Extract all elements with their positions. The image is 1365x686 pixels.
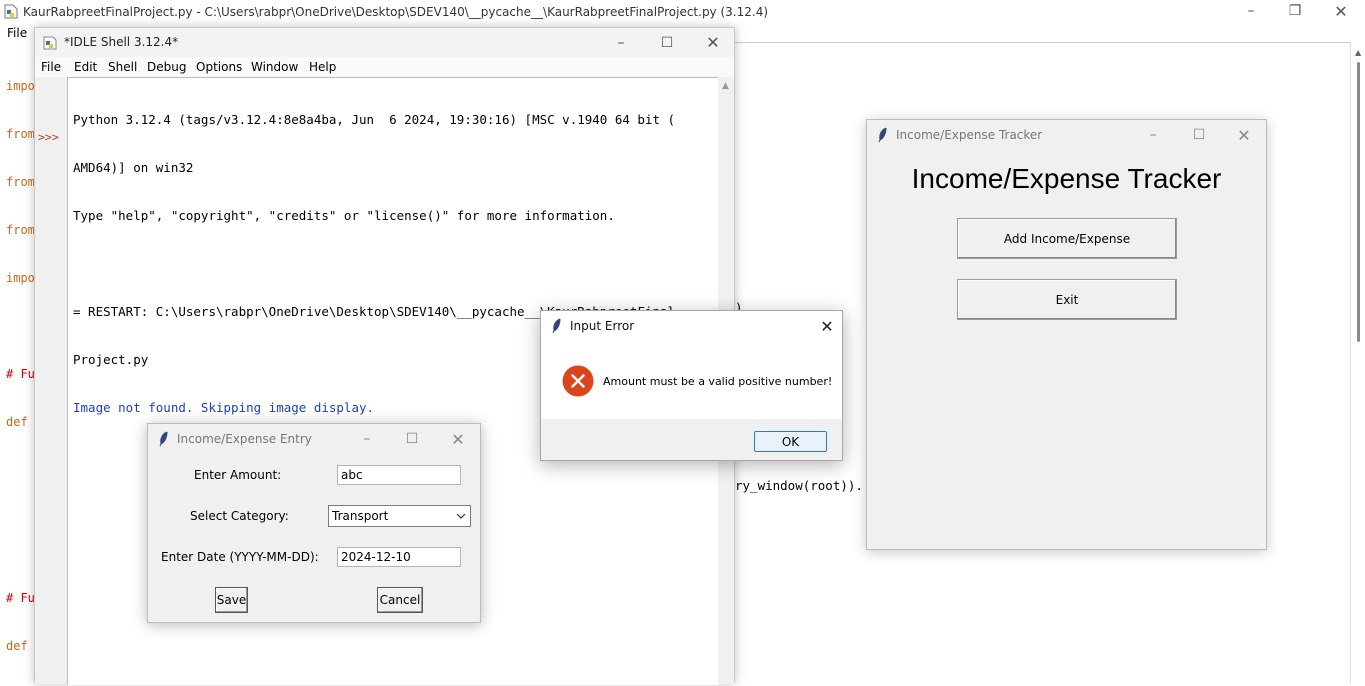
save-button[interactable]: Save: [215, 587, 248, 613]
python-file-icon: [4, 4, 18, 19]
error-titlebar: Input Error ✕: [541, 311, 842, 341]
editor-code-upper: impo from from from impo # Fu def: [6, 46, 35, 462]
code-line: def: [6, 639, 28, 653]
tracker-minimize-button[interactable]: –: [1130, 120, 1176, 150]
editor-menu-file[interactable]: File: [7, 26, 27, 40]
editor-partial-code-2: ry_window(root)).: [735, 478, 863, 493]
error-dialog: Input Error ✕ Amount must be a valid pos…: [540, 310, 843, 461]
entry-window: Income/Expense Entry – ☐ ✕ Enter Amount:…: [147, 423, 481, 623]
error-button-bar: OK: [541, 419, 842, 460]
shell-menu-edit[interactable]: Edit: [74, 60, 97, 74]
entry-minimize-button[interactable]: –: [344, 424, 390, 454]
category-selected-value: Transport: [332, 509, 389, 523]
cancel-button[interactable]: Cancel: [377, 587, 423, 613]
chevron-down-icon[interactable]: [456, 512, 466, 520]
code-line: # Fu: [6, 367, 35, 381]
editor-close-button[interactable]: ✕: [1318, 0, 1364, 22]
editor-scroll-thumb[interactable]: [1357, 62, 1360, 342]
shell-gutter: >>>: [35, 77, 67, 684]
shell-menu-options[interactable]: Options: [196, 60, 242, 74]
shell-menu-shell[interactable]: Shell: [108, 60, 137, 74]
editor-restore-button[interactable]: ❐: [1272, 0, 1318, 22]
shell-menu-debug[interactable]: Debug: [147, 60, 186, 74]
entry-maximize-button[interactable]: ☐: [389, 424, 435, 454]
shell-line: Type "help", "copyright", "credits" or "…: [73, 208, 615, 223]
shell-close-button[interactable]: ✕: [690, 28, 736, 57]
shell-minimize-button[interactable]: –: [598, 28, 644, 57]
feather-icon: [878, 127, 887, 143]
code-line: impo: [6, 271, 35, 285]
shell-line: AMD64)] on win32: [73, 160, 194, 175]
error-icon: [562, 365, 594, 397]
editor-scroll-up-icon[interactable]: ▲: [1355, 48, 1361, 57]
code-line: # Fu: [6, 591, 35, 605]
editor-divider: [735, 42, 1350, 43]
code-line: def: [6, 415, 28, 429]
feather-icon: [552, 318, 561, 334]
code-line: from: [6, 223, 35, 237]
amount-label: Enter Amount:: [194, 468, 282, 482]
add-income-expense-button[interactable]: Add Income/Expense: [957, 218, 1177, 259]
shell-menu-file[interactable]: File: [41, 60, 61, 74]
shell-menubar: File Edit Shell Debug Options Window Hel…: [35, 57, 734, 77]
editor-title: KaurRabpreetFinalProject.py - C:\Users\r…: [23, 5, 769, 19]
editor-minimize-button[interactable]: –: [1228, 0, 1274, 22]
shell-maximize-button[interactable]: ☐: [644, 28, 690, 57]
tracker-window: Income/Expense Tracker – ☐ ✕ Income/Expe…: [866, 119, 1267, 550]
shell-prompt: >>>: [38, 130, 59, 144]
entry-close-button[interactable]: ✕: [435, 424, 481, 454]
date-input[interactable]: 2024-12-10: [337, 547, 461, 567]
category-select[interactable]: Transport: [328, 505, 471, 527]
tracker-heading: Income/Expense Tracker: [911, 163, 1222, 194]
shell-title: *IDLE Shell 3.12.4*: [64, 35, 179, 49]
category-label: Select Category:: [190, 509, 289, 523]
shell-menu-window[interactable]: Window: [251, 60, 298, 74]
tracker-titlebar: Income/Expense Tracker – ☐ ✕: [867, 120, 1266, 150]
editor-scrollbar[interactable]: ▲: [1350, 42, 1365, 683]
shell-line: Python 3.12.4 (tags/v3.12.4:8e8a4ba, Jun…: [73, 112, 676, 127]
entry-window-title: Income/Expense Entry: [177, 432, 312, 446]
exit-button[interactable]: Exit: [957, 279, 1177, 320]
tracker-close-button[interactable]: ✕: [1221, 120, 1267, 150]
idle-icon: [43, 36, 57, 50]
editor-titlebar: KaurRabpreetFinalProject.py - C:\Users\r…: [0, 0, 1365, 24]
error-window-title: Input Error: [570, 319, 635, 333]
error-close-button[interactable]: ✕: [804, 311, 850, 341]
entry-titlebar: Income/Expense Entry – ☐ ✕: [148, 424, 480, 454]
tracker-maximize-button[interactable]: ☐: [1176, 120, 1222, 150]
tracker-window-title: Income/Expense Tracker: [896, 128, 1043, 142]
shell-titlebar: *IDLE Shell 3.12.4* – ☐ ✕: [35, 28, 734, 57]
amount-input[interactable]: abc: [337, 465, 461, 485]
error-message: Amount must be a valid positive number!: [603, 375, 833, 388]
ok-button[interactable]: OK: [754, 431, 827, 452]
date-label: Enter Date (YYYY-MM-DD):: [161, 550, 319, 564]
feather-icon: [159, 431, 168, 447]
shell-menu-help[interactable]: Help: [309, 60, 336, 74]
code-line: from: [6, 127, 35, 141]
editor-code-lower: # Fu def: [6, 558, 35, 686]
code-line: impo: [6, 79, 35, 93]
code-line: from: [6, 175, 35, 189]
shell-scroll-up-icon[interactable]: ▲: [722, 81, 729, 91]
